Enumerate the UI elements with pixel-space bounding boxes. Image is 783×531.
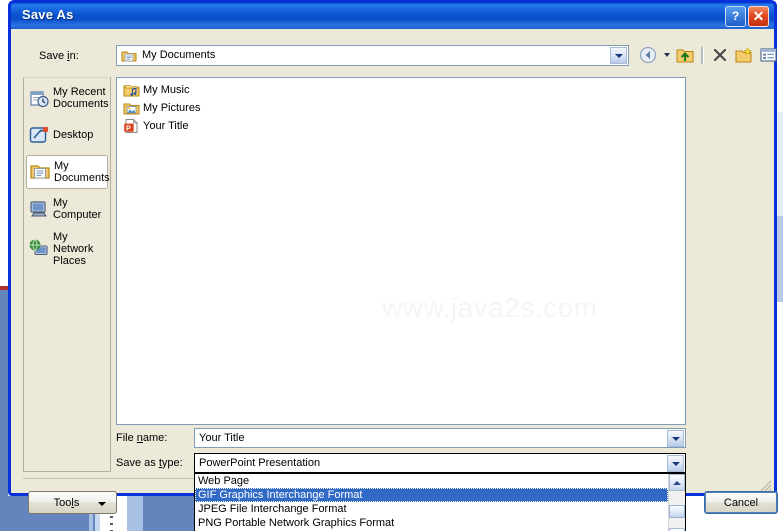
place-label: My Documents bbox=[54, 160, 110, 184]
dropdown-option-selected[interactable]: GIF Graphics Interchange Format bbox=[195, 488, 668, 502]
place-label: Desktop bbox=[53, 129, 94, 141]
save-as-type-label: Save as type: bbox=[116, 457, 183, 469]
place-my-documents[interactable]: My Documents bbox=[26, 155, 110, 189]
help-button[interactable]: ? bbox=[725, 6, 746, 27]
save-as-dialog: Save As ? ✕ Save in: My Documents My Rec… bbox=[8, 0, 778, 531]
desktop-icon bbox=[28, 124, 50, 146]
file-name-combobox[interactable]: Your Title bbox=[194, 428, 686, 448]
dropdown-option[interactable]: Web Page bbox=[195, 474, 668, 488]
cancel-button-label: Cancel bbox=[723, 496, 759, 509]
places-bar: My Recent Documents Desktop My Documents… bbox=[23, 77, 111, 472]
save-in-value: My Documents bbox=[142, 49, 216, 61]
save-as-type-dropdown-list[interactable]: Web Page GIF Graphics Interchange Format… bbox=[194, 473, 686, 531]
toolbar-separator bbox=[701, 46, 704, 64]
place-label: My Network Places bbox=[53, 231, 94, 267]
back-dropdown-button[interactable] bbox=[660, 44, 673, 67]
title-bar-buttons: ? ✕ bbox=[725, 6, 769, 27]
place-my-computer[interactable]: My Computer bbox=[26, 192, 108, 226]
file-name: Your Title bbox=[143, 120, 189, 132]
pictures-folder-icon bbox=[123, 100, 140, 116]
my-documents-icon bbox=[29, 161, 51, 183]
place-desktop[interactable]: Desktop bbox=[26, 118, 108, 152]
question-mark-icon: ? bbox=[731, 9, 740, 23]
background-strip bbox=[127, 496, 143, 531]
watermark: www.java2s.com bbox=[382, 292, 598, 323]
svg-text:P: P bbox=[126, 123, 131, 132]
close-x-icon: ✕ bbox=[752, 8, 765, 24]
file-name: My Music bbox=[143, 84, 190, 96]
place-my-network-places[interactable]: My Network Places bbox=[26, 229, 108, 269]
tools-button[interactable]: Tools bbox=[28, 491, 117, 514]
dropdown-options: Web Page GIF Graphics Interchange Format… bbox=[195, 474, 668, 531]
scroll-up-button[interactable] bbox=[669, 474, 685, 491]
place-label: My Computer bbox=[53, 197, 102, 221]
save-in-label: Save in: bbox=[39, 50, 79, 62]
screen: Save As ? ✕ Save in: My Documents My Rec… bbox=[0, 0, 783, 531]
save-as-type-combobox[interactable]: PowerPoint Presentation bbox=[194, 453, 686, 473]
save-as-type-value: PowerPoint Presentation bbox=[199, 457, 321, 469]
dropdown-option[interactable]: JPEG File Interchange Format bbox=[195, 502, 668, 516]
file-list-item[interactable]: P Your Title bbox=[117, 117, 685, 135]
chevron-down-icon bbox=[671, 436, 680, 441]
dialog-body: Save in: My Documents My Recent Document… bbox=[11, 29, 778, 531]
resize-grip[interactable] bbox=[758, 478, 772, 492]
save-in-dropdown-button[interactable] bbox=[610, 47, 627, 64]
dropdown-scrollbar[interactable] bbox=[668, 474, 685, 531]
tools-button-label: Tools bbox=[53, 496, 80, 509]
chevron-down-icon bbox=[614, 53, 623, 58]
dialog-toolbar bbox=[636, 43, 783, 67]
file-name-label: File name: bbox=[116, 432, 168, 444]
save-in-combobox[interactable]: My Documents bbox=[116, 45, 629, 66]
file-list-pane[interactable]: My Music My Pictures P Your Title www.ja… bbox=[116, 77, 686, 425]
my-computer-icon bbox=[28, 198, 50, 220]
file-list-item[interactable]: My Music bbox=[117, 81, 685, 99]
save-as-type-dropdown-button[interactable] bbox=[667, 455, 684, 472]
powerpoint-file-icon: P bbox=[123, 118, 140, 134]
network-places-icon bbox=[28, 238, 50, 260]
up-one-level-button[interactable] bbox=[673, 44, 697, 67]
background-slab bbox=[777, 216, 783, 302]
file-name-dropdown-button[interactable] bbox=[667, 430, 684, 447]
chevron-down-icon bbox=[98, 502, 106, 506]
place-label: My Recent Documents bbox=[53, 86, 109, 110]
place-my-recent-documents[interactable]: My Recent Documents bbox=[26, 81, 109, 115]
background-slab bbox=[777, 112, 783, 216]
my-documents-folder-icon bbox=[121, 48, 137, 64]
music-folder-icon bbox=[123, 82, 140, 98]
cancel-button[interactable]: Cancel bbox=[704, 491, 778, 514]
background-accent bbox=[0, 286, 8, 290]
close-button[interactable]: ✕ bbox=[748, 6, 769, 27]
chevron-down-icon bbox=[663, 53, 670, 57]
file-name-value: Your Title bbox=[199, 432, 245, 444]
recent-documents-icon bbox=[28, 87, 50, 109]
file-name: My Pictures bbox=[143, 102, 201, 114]
chevron-up-icon bbox=[673, 480, 681, 485]
file-list-item[interactable]: My Pictures bbox=[117, 99, 685, 117]
delete-button[interactable] bbox=[708, 44, 732, 67]
chevron-down-icon bbox=[671, 461, 680, 466]
background-slab bbox=[0, 290, 8, 496]
create-new-folder-button[interactable] bbox=[732, 44, 756, 67]
views-button[interactable] bbox=[756, 44, 780, 67]
title-bar[interactable]: Save As ? ✕ bbox=[8, 0, 777, 29]
dialog-title: Save As bbox=[22, 7, 74, 22]
dropdown-option[interactable]: PNG Portable Network Graphics Format bbox=[195, 516, 668, 530]
scrollbar-thumb[interactable] bbox=[669, 505, 685, 518]
back-button[interactable] bbox=[636, 44, 660, 67]
